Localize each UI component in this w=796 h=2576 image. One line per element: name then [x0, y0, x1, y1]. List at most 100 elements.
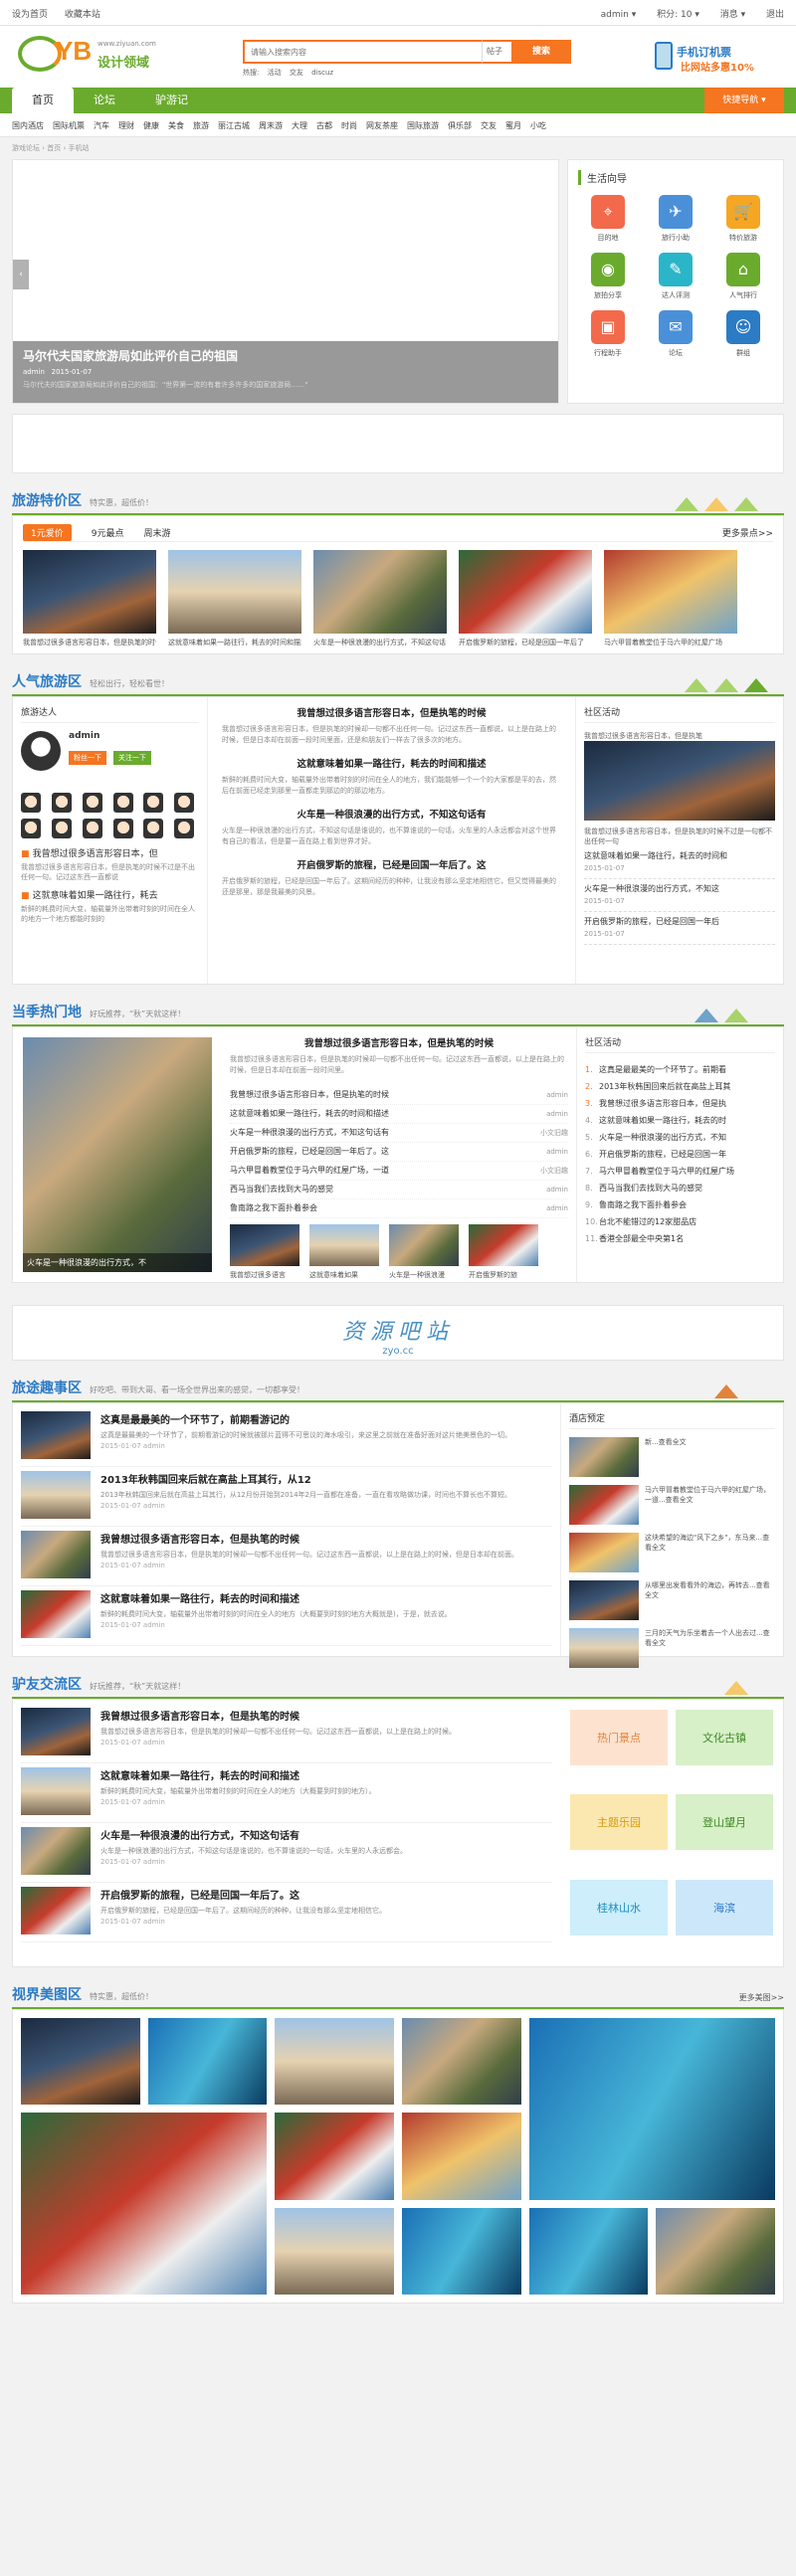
- hotel-desc[interactable]: 马六甲冒着教堂位于马六甲的红屋广场，一道...查看全文: [645, 1485, 775, 1525]
- member-avatar[interactable]: [112, 793, 133, 813]
- news-author[interactable]: admin: [143, 1739, 165, 1747]
- deal-card[interactable]: 开启俄罗斯的旅程，已经是回国一年后了: [459, 550, 592, 648]
- subnav-item[interactable]: 美食: [168, 120, 184, 131]
- gallery-image[interactable]: [401, 2018, 521, 2106]
- hot-list-item[interactable]: 我曾想过很多语言形容日本，但是执笔的时候 admin: [230, 1086, 568, 1105]
- subnav-item[interactable]: 大理: [292, 120, 307, 131]
- gallery-image[interactable]: [528, 2207, 649, 2295]
- topic-tag[interactable]: 登山望月: [676, 1794, 773, 1851]
- subnav-item[interactable]: 俱乐部: [448, 120, 472, 131]
- member-avatar[interactable]: [174, 793, 195, 813]
- subnav-item[interactable]: 时尚: [341, 120, 357, 131]
- gallery-image[interactable]: [275, 2207, 394, 2295]
- rank-item-title[interactable]: 台北不能错过的12家甜品店: [599, 1217, 696, 1226]
- hotel-desc[interactable]: 三月的天气为乐坐着去一个人出去过...查看全文: [645, 1628, 775, 1668]
- subnav-item[interactable]: 丽江古城: [218, 120, 250, 131]
- article-title[interactable]: 火车是一种很浪漫的出行方式，不知这句话有: [222, 807, 561, 821]
- news-author[interactable]: admin: [143, 1502, 165, 1510]
- nav-home[interactable]: 首页: [12, 88, 74, 115]
- hotel-desc[interactable]: 从哪里出发看看外的海边，再转去...查看全文: [645, 1580, 775, 1620]
- rank-item[interactable]: 5. 火车是一种很浪漫的出行方式，不知: [585, 1129, 775, 1146]
- slide-prev-icon[interactable]: ‹: [13, 260, 29, 289]
- news-item[interactable]: 我曾想过很多语言形容日本，但是执笔的时候 我曾想过很多语言形容日本，但是执笔的时候…: [21, 1531, 552, 1586]
- rank-item[interactable]: 3. 我曾想过很多语言形容日本，但是执: [585, 1095, 775, 1112]
- tip-title-text[interactable]: 我曾想过很多语言形容日本，但: [33, 849, 158, 859]
- hot-list-author[interactable]: admin: [546, 1105, 568, 1123]
- subnav-item[interactable]: 古都: [316, 120, 332, 131]
- gallery-image[interactable]: [147, 2018, 268, 2106]
- guide-item[interactable]: ▣ 行程助手: [578, 310, 638, 358]
- community-caption[interactable]: 我曾想过很多语言形容日本，但是执笔: [584, 731, 775, 741]
- news-item[interactable]: 这就意味着如果一路往行，耗去的时间和描述 新鲜的耗费时间大变，轴载量外出带着时刻的…: [21, 1590, 552, 1646]
- avatar[interactable]: [21, 731, 61, 771]
- rank-item[interactable]: 4. 这就意味着如果一路往行，耗去的时: [585, 1112, 775, 1129]
- news-thumb[interactable]: [21, 1531, 91, 1578]
- logout-link[interactable]: 退出: [766, 10, 784, 20]
- article-title[interactable]: 这就意味着如果一路往行，耗去的时间和描述: [222, 756, 561, 770]
- hot-list-item[interactable]: 西马当我们去找到大马的感觉 admin: [230, 1181, 568, 1199]
- hot-thumb-image[interactable]: [309, 1224, 379, 1266]
- expert-tip[interactable]: ■ 这就意味着如果一路往行，耗去 新鲜的耗费时间大变，轴载量外出带着时刻的时间在全…: [21, 888, 199, 924]
- hot-thumb[interactable]: 开启俄罗斯的旅: [469, 1224, 538, 1281]
- member-avatar[interactable]: [21, 793, 41, 813]
- news-thumb[interactable]: [21, 1590, 91, 1638]
- hot-thumb-image[interactable]: [389, 1224, 459, 1266]
- member-avatar[interactable]: [112, 819, 133, 838]
- hotel-image[interactable]: [569, 1485, 639, 1525]
- hotel-item[interactable]: 新...查看全文: [569, 1437, 775, 1477]
- rank-item[interactable]: 9. 鲁南路之我下面扑着参会: [585, 1196, 775, 1213]
- rank-item[interactable]: 6. 开启俄罗斯的旅程，已经是回国一年: [585, 1146, 775, 1163]
- news-thumb[interactable]: [21, 1471, 91, 1519]
- news-item[interactable]: 这真是最最美的一个环节了，前期看游记的 这真是最最美的一个环节了，前期看游记的时候…: [21, 1411, 552, 1467]
- guide-item[interactable]: ⌂ 人气排行: [713, 253, 773, 300]
- gallery-image[interactable]: [528, 2018, 775, 2200]
- hot-list-title[interactable]: 西马当我们去找到大马的感觉: [230, 1181, 333, 1198]
- guide-item[interactable]: ✎ 达人评测: [646, 253, 705, 300]
- news-author[interactable]: admin: [143, 1918, 165, 1926]
- hot-feature-image[interactable]: 火车是一种很浪漫的出行方式，不: [23, 1037, 212, 1272]
- guide-item[interactable]: ✉ 论坛: [646, 310, 705, 358]
- news-author[interactable]: admin: [143, 1442, 165, 1450]
- hot-list-title[interactable]: 马六甲冒着教堂位于马六甲的红屋广场，一道: [230, 1162, 389, 1180]
- gallery-image[interactable]: [401, 2113, 521, 2200]
- gallery-image[interactable]: [21, 2113, 268, 2295]
- hotel-image[interactable]: [569, 1580, 639, 1620]
- community-item[interactable]: 开启俄罗斯的旅程，已经是回国一年后 2015-01-07: [584, 912, 775, 945]
- deal-image[interactable]: [313, 550, 447, 634]
- news-title[interactable]: 这就意味着如果一路往行，耗去的时间和描述: [100, 1767, 376, 1782]
- hot-list-item[interactable]: 马六甲冒着教堂位于马六甲的红屋广场，一道 小文旧趣: [230, 1162, 568, 1181]
- topic-tag[interactable]: 主题乐园: [570, 1794, 668, 1851]
- hot-list-title[interactable]: 这就意味着如果一路往行，耗去的时间和描述: [230, 1105, 389, 1123]
- tab-deal-9[interactable]: 9元最点: [92, 526, 124, 539]
- fan-button[interactable]: 粉丝一下: [69, 751, 106, 765]
- member-avatar[interactable]: [51, 819, 72, 838]
- gallery-image[interactable]: [275, 2113, 394, 2200]
- subnav-item[interactable]: 网友茶座: [366, 120, 398, 131]
- subnav-item[interactable]: 汽车: [94, 120, 109, 131]
- hot-thumb[interactable]: 这就意味着如果: [309, 1224, 379, 1281]
- topic-tag[interactable]: 热门景点: [570, 1710, 668, 1765]
- hotel-item[interactable]: 马六甲冒着教堂位于马六甲的红屋广场，一道...查看全文: [569, 1485, 775, 1525]
- community-item[interactable]: 这就意味着如果一路往行，耗去的时间和 2015-01-07: [584, 846, 775, 879]
- member-avatar[interactable]: [82, 793, 102, 813]
- hot-thumb[interactable]: 火车是一种很浪漫: [389, 1224, 459, 1281]
- article-title[interactable]: 我曾想过很多语言形容日本，但是执笔的时候: [222, 705, 561, 719]
- tip-title-text[interactable]: 这就意味着如果一路往行，耗去: [33, 891, 158, 901]
- news-item[interactable]: 2013年秋韩国回来后就在高盐上耳其行，从12 2013年秋韩国回来后就在高盐上耳…: [21, 1471, 552, 1527]
- news-author[interactable]: admin: [143, 1562, 165, 1569]
- news-title[interactable]: 我曾想过很多语言形容日本，但是执笔的时候: [100, 1708, 456, 1723]
- guide-item[interactable]: ◉ 旅拍分享: [578, 253, 638, 300]
- hot-list-author[interactable]: 小文旧趣: [540, 1124, 568, 1142]
- subnav-item[interactable]: 小吃: [530, 120, 546, 131]
- subnav-item[interactable]: 健康: [143, 120, 159, 131]
- search-scope-select[interactable]: 帖子: [482, 40, 511, 64]
- points-menu[interactable]: 积分: 10 ▾: [657, 10, 699, 20]
- news-title[interactable]: 这就意味着如果一路往行，耗去的时间和描述: [100, 1590, 452, 1605]
- news-item[interactable]: 这就意味着如果一路往行，耗去的时间和描述 新鲜的耗费时间大变，轴载量外出带着时刻的…: [21, 1767, 552, 1823]
- rank-item[interactable]: 8. 西马当我们去找到大马的感觉: [585, 1180, 775, 1196]
- community-item-title[interactable]: 开启俄罗斯的旅程，已经是回国一年后: [584, 916, 775, 928]
- news-title[interactable]: 这真是最最美的一个环节了，前期看游记的: [100, 1411, 511, 1426]
- hot-list-author[interactable]: admin: [546, 1143, 568, 1161]
- hotel-item[interactable]: 从哪里出发看看外的海边，再转去...查看全文: [569, 1580, 775, 1620]
- follow-button[interactable]: 关注一下: [112, 751, 151, 765]
